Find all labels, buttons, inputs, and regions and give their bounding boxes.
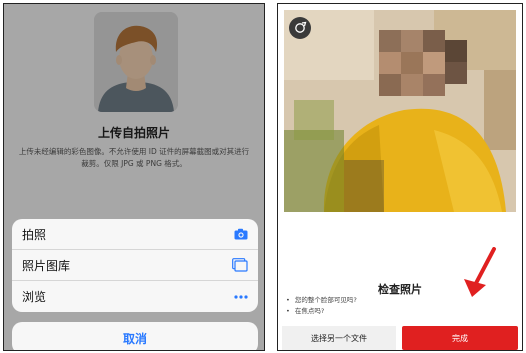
check-item-face-visible: 您的整个脸部可见吗? bbox=[286, 295, 357, 306]
selfie-preview-photo bbox=[284, 10, 516, 212]
pixelated-selfie-image bbox=[284, 10, 516, 212]
check-item-in-focus: 在焦点吗? bbox=[286, 306, 357, 317]
action-sheet: 拍照 照片图库 浏览 bbox=[12, 219, 258, 312]
photo-library-icon bbox=[232, 258, 248, 272]
check-list: 您的整个脸部可见吗? 在焦点吗? bbox=[286, 295, 357, 317]
sheet-item-photo-library[interactable]: 照片图库 bbox=[12, 250, 258, 281]
sheet-item-browse[interactable]: 浏览 bbox=[12, 281, 258, 312]
rotate-button[interactable] bbox=[289, 17, 311, 39]
done-button[interactable]: 完成 bbox=[402, 326, 518, 350]
camera-icon bbox=[234, 228, 248, 240]
sheet-item-take-photo[interactable]: 拍照 bbox=[12, 219, 258, 250]
check-photo-panel: 检查照片 您的整个脸部可见吗? 在焦点吗? 选择另一个文件 完成 bbox=[277, 3, 523, 351]
screenshot-root: 上传自拍照片 上传未经编辑的彩色图像。不允许使用 ID 证件的屏幕截图或对其进行… bbox=[0, 0, 526, 353]
sheet-item-label: 照片图库 bbox=[22, 258, 71, 273]
more-dots-icon bbox=[234, 294, 248, 299]
sheet-item-label: 拍照 bbox=[22, 227, 47, 242]
upload-selfie-panel: 上传自拍照片 上传未经编辑的彩色图像。不允许使用 ID 证件的屏幕截图或对其进行… bbox=[3, 3, 265, 351]
choose-another-file-button[interactable]: 选择另一个文件 bbox=[282, 326, 396, 350]
cancel-button[interactable]: 取消 bbox=[12, 322, 258, 350]
sheet-item-label: 浏览 bbox=[22, 290, 47, 304]
rotate-icon bbox=[295, 21, 307, 33]
